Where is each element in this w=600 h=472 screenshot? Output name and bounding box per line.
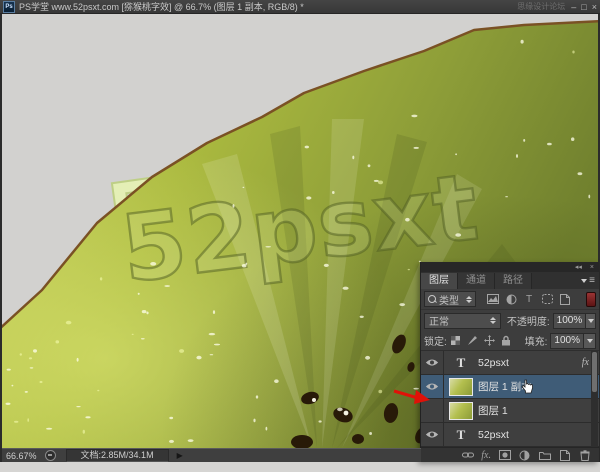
fill-input[interactable]: 100% bbox=[550, 333, 584, 349]
layer-filter-row: 类型 T bbox=[421, 289, 599, 310]
tab-paths[interactable]: 路径 bbox=[495, 273, 532, 289]
status-bar: 66.67% 文档:2.85M/34.1M ▶ bbox=[2, 448, 421, 462]
visibility-toggle[interactable] bbox=[421, 351, 444, 374]
collapse-panel-icon[interactable]: ◂◂ bbox=[575, 263, 582, 271]
filter-smart-objects-icon[interactable] bbox=[557, 292, 573, 306]
opacity-label: 不透明度: bbox=[507, 313, 550, 328]
tab-layers[interactable]: 图层 bbox=[421, 273, 458, 289]
status-options-arrow[interactable]: ▶ bbox=[177, 451, 183, 460]
layer-row-layer1-copy[interactable]: 图层 1 副本 bbox=[421, 375, 599, 399]
eye-icon bbox=[425, 358, 439, 367]
layer-list: T 52psxt fx 图层 1 副本 图层 1 bbox=[421, 351, 599, 447]
layer-name[interactable]: 52psxt bbox=[478, 429, 509, 441]
menu-lines-icon: ≡ bbox=[589, 277, 595, 285]
lock-transparency-icon[interactable] bbox=[448, 334, 463, 347]
panel-menu-button[interactable]: ≡ bbox=[581, 273, 595, 289]
delete-layer-trash-icon[interactable] bbox=[578, 449, 591, 461]
title-bar: Ps PS学堂 www.52psxt.com [猕猴桃字效] @ 66.7% (… bbox=[0, 0, 600, 14]
filter-type-label: 类型 bbox=[439, 292, 459, 307]
zoom-level[interactable]: 66.67% bbox=[6, 451, 37, 461]
new-group-folder-icon[interactable] bbox=[538, 449, 551, 461]
text-layer-thumbnail[interactable]: T bbox=[449, 354, 473, 372]
photoshop-window: Ps PS学堂 www.52psxt.com [猕猴桃字效] @ 66.7% (… bbox=[0, 0, 600, 472]
filter-shape-layers-icon[interactable] bbox=[539, 292, 555, 306]
minimize-button[interactable]: – bbox=[571, 1, 576, 13]
lock-position-move-icon[interactable] bbox=[482, 334, 497, 347]
lock-all-padlock-icon[interactable] bbox=[499, 334, 514, 347]
layer-name[interactable]: 52psxt bbox=[478, 357, 509, 369]
visibility-toggle[interactable] bbox=[421, 423, 444, 446]
new-adjustment-layer-icon[interactable] bbox=[518, 449, 531, 461]
dropdown-arrows-icon bbox=[466, 296, 472, 303]
layer-list-scrollbar[interactable] bbox=[591, 351, 598, 447]
opacity-value: 100% bbox=[557, 315, 583, 326]
maximize-button[interactable]: □ bbox=[581, 1, 586, 13]
new-layer-icon[interactable] bbox=[558, 449, 571, 461]
close-button[interactable]: × bbox=[592, 1, 597, 13]
layers-panel-bottom-bar: fx. bbox=[421, 447, 599, 462]
lock-row: 锁定: 填充: 100% bbox=[421, 331, 599, 351]
filter-on-off-toggle[interactable] bbox=[586, 292, 596, 307]
layer-fx-badge[interactable]: fx bbox=[582, 357, 589, 368]
window-left-border bbox=[0, 14, 2, 462]
link-layers-icon[interactable] bbox=[461, 449, 474, 461]
scrollbar-thumb[interactable] bbox=[592, 352, 597, 392]
red-annotation-arrow bbox=[392, 386, 432, 406]
image-layer-thumbnail[interactable] bbox=[449, 378, 473, 396]
lock-label: 锁定: bbox=[424, 333, 447, 348]
document-size-info: 文档:2.85M/34.1M bbox=[66, 449, 169, 462]
watermark-text: 思缘设计论坛 bbox=[517, 1, 565, 12]
tab-channels[interactable]: 通道 bbox=[458, 273, 495, 289]
dropdown-arrows-icon bbox=[490, 317, 496, 324]
text-layer-thumbnail[interactable]: T bbox=[449, 426, 473, 444]
panel-group-header[interactable]: ◂◂ × bbox=[421, 262, 599, 272]
adobe-drive-icon[interactable] bbox=[45, 450, 56, 461]
fill-label: 填充: bbox=[525, 333, 548, 348]
fill-slider-button[interactable] bbox=[584, 333, 596, 349]
fill-value: 100% bbox=[554, 335, 580, 346]
search-icon bbox=[428, 295, 436, 303]
filter-type-layers-icon[interactable]: T bbox=[521, 292, 537, 306]
window-bottom-edge bbox=[0, 462, 600, 472]
window-title: PS学堂 www.52psxt.com [猕猴桃字效] @ 66.7% (图层 … bbox=[19, 0, 517, 13]
hand-cursor-icon bbox=[521, 379, 534, 395]
layer-row-layer1[interactable]: 图层 1 bbox=[421, 399, 599, 423]
image-layer-thumbnail[interactable] bbox=[449, 402, 473, 420]
photoshop-app-icon: Ps bbox=[3, 1, 15, 13]
filter-adjustment-layers-icon[interactable] bbox=[503, 292, 519, 306]
eye-icon bbox=[425, 430, 439, 439]
opacity-input[interactable]: 100% bbox=[553, 313, 587, 329]
panel-tabs: 图层 通道 路径 ≡ bbox=[421, 272, 599, 289]
add-layer-mask-icon[interactable] bbox=[498, 449, 511, 461]
filter-type-dropdown[interactable]: 类型 bbox=[424, 291, 476, 307]
chevron-down-icon bbox=[581, 279, 587, 283]
blend-mode-value: 正常 bbox=[429, 313, 449, 328]
blend-mode-dropdown[interactable]: 正常 bbox=[424, 313, 501, 329]
close-panel-icon[interactable]: × bbox=[590, 264, 594, 271]
opacity-slider-button[interactable] bbox=[586, 313, 596, 329]
layers-panel: ◂◂ × 图层 通道 路径 ≡ 类型 T bbox=[420, 262, 599, 462]
layer-style-fx-icon[interactable]: fx. bbox=[481, 450, 491, 461]
filter-pixel-layers-icon[interactable] bbox=[485, 292, 501, 306]
blend-mode-row: 正常 不透明度: 100% bbox=[421, 310, 599, 331]
layer-name[interactable]: 图层 1 bbox=[478, 403, 508, 418]
layer-row-52psxt-bottom[interactable]: T 52psxt bbox=[421, 423, 599, 447]
layer-row-52psxt-top[interactable]: T 52psxt fx bbox=[421, 351, 599, 375]
lock-pixels-brush-icon[interactable] bbox=[465, 334, 480, 347]
